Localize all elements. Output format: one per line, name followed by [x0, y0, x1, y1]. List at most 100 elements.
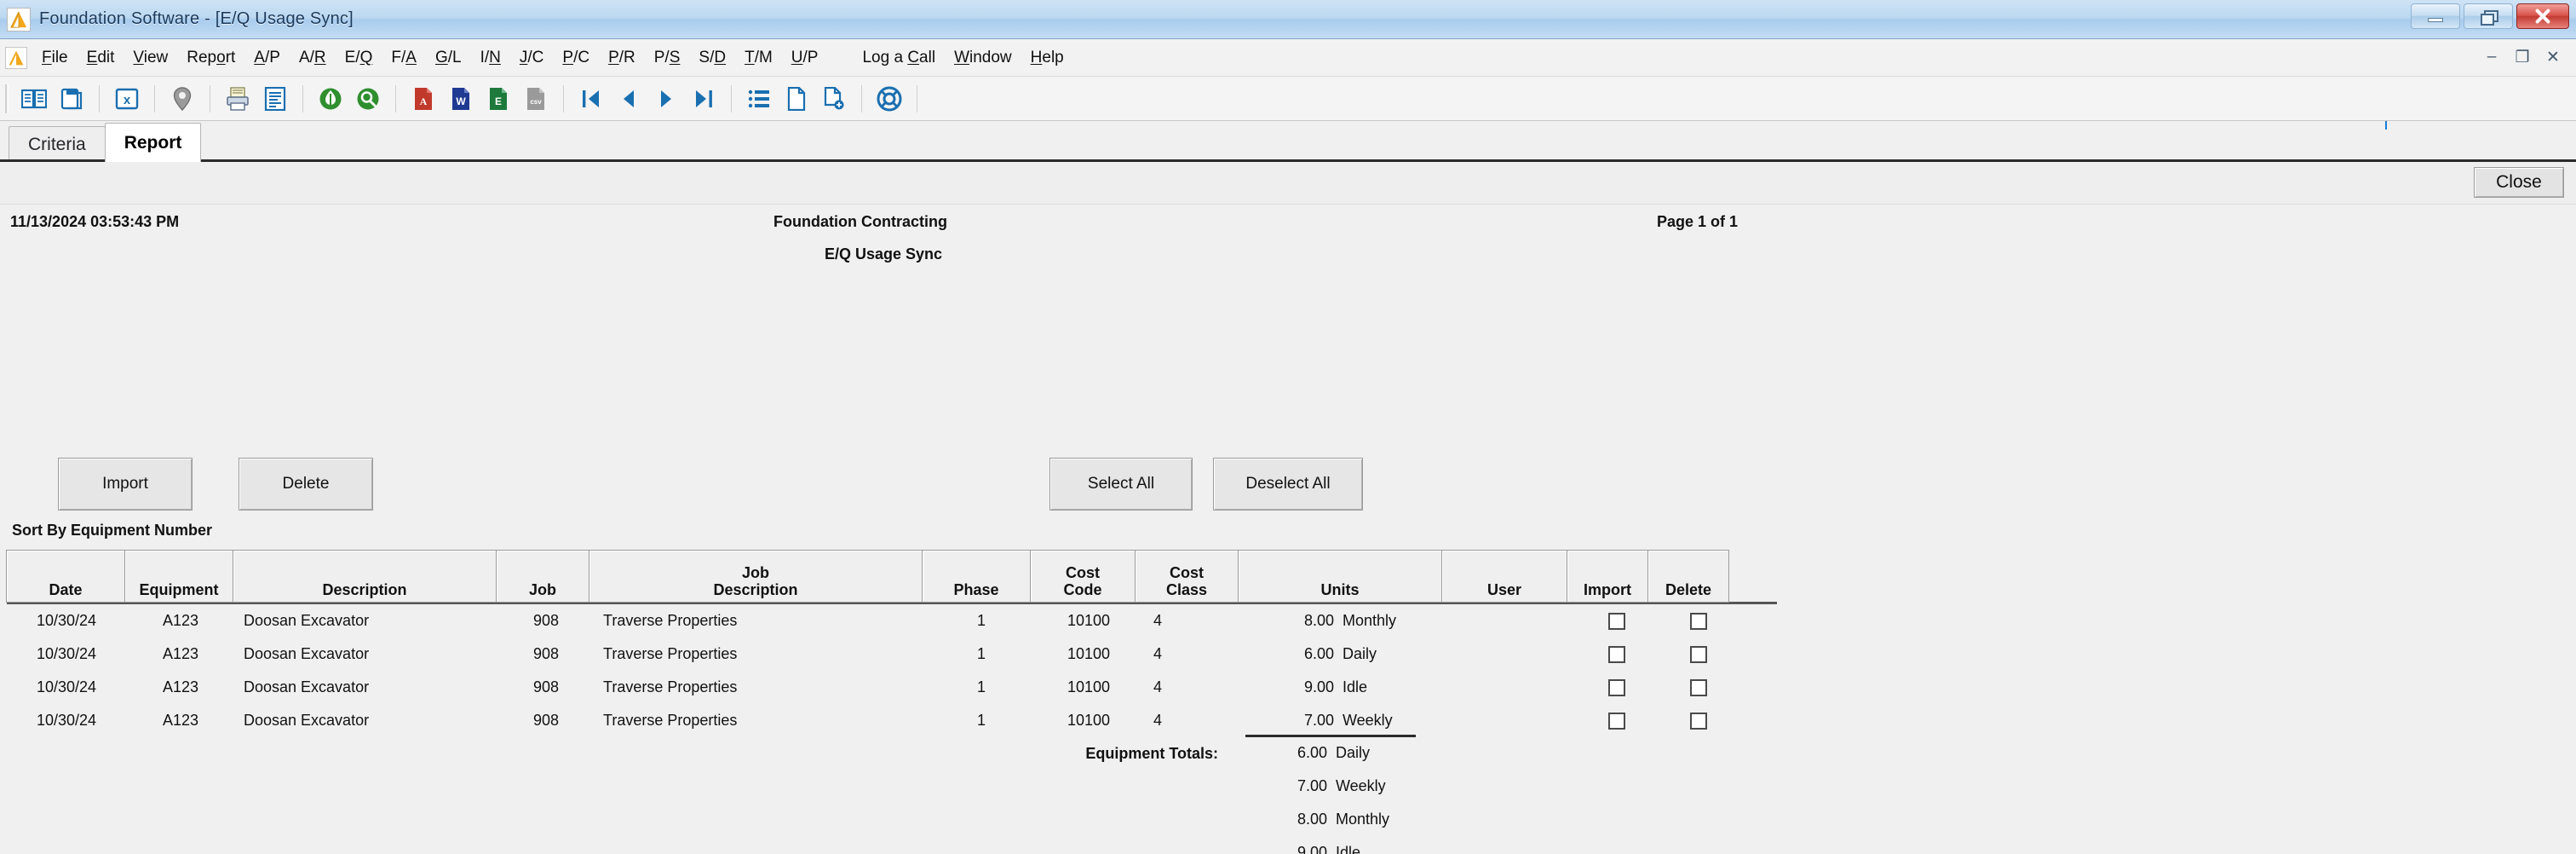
import-button[interactable]: Import — [58, 458, 193, 511]
copy-icon[interactable] — [55, 82, 89, 116]
menu-item-file[interactable]: File — [32, 46, 78, 70]
table-row[interactable]: 10/30/24 A123 Doosan Excavator 908 Traverse … — [7, 604, 1777, 638]
cell-delete-checkbox[interactable] — [1658, 671, 1739, 704]
menu-item-s-d[interactable]: S/D — [689, 46, 735, 70]
table-row[interactable]: 10/30/24 A123 Doosan Excavator 908 Traverse … — [7, 671, 1777, 704]
first-record-icon[interactable] — [574, 82, 608, 116]
table-row[interactable]: 10/30/24 A123 Doosan Excavator 908 Traverse … — [7, 704, 1777, 737]
menu-item-window[interactable]: Window — [945, 46, 1021, 70]
new-document-icon[interactable] — [779, 82, 814, 116]
column-header-delete[interactable]: Delete — [1647, 550, 1729, 603]
cell-phase: 1 — [976, 612, 986, 629]
last-record-icon[interactable] — [687, 82, 721, 116]
column-header-description[interactable]: Description — [233, 550, 497, 603]
toolbar-grip[interactable] — [5, 84, 9, 113]
mdi-app-icon[interactable] — [5, 46, 27, 69]
cell-phase: 1 — [976, 645, 986, 662]
mdi-close-button[interactable]: ✕ — [2539, 44, 2567, 70]
foundation-logo-glyph — [10, 11, 27, 28]
tab-report[interactable]: Report — [104, 123, 202, 162]
column-header-job-desc[interactable]: Job Description — [589, 550, 923, 603]
equipment-totals-extra-row: 8.00 Monthly — [7, 804, 1777, 837]
menu-item-view[interactable]: View — [124, 46, 177, 70]
menu-item-j-c[interactable]: J/C — [510, 46, 554, 70]
close-button[interactable]: Close — [2474, 167, 2564, 198]
deselect-all-button[interactable]: Deselect All — [1213, 458, 1363, 511]
preview-icon[interactable] — [258, 82, 292, 116]
export-pdf-icon[interactable]: A — [406, 82, 440, 116]
cell-units-value: 6.00 — [1303, 645, 1334, 662]
delete-checkbox[interactable] — [1690, 612, 1707, 630]
toolbar-separator — [302, 84, 303, 113]
window-minimize-button[interactable] — [2411, 3, 2460, 29]
menu-item-a-r[interactable]: A/R — [290, 46, 336, 70]
column-header-cost-code[interactable]: Cost Code — [1030, 550, 1136, 603]
delete-button[interactable]: Delete — [239, 458, 373, 511]
menu-item-a-p[interactable]: A/P — [244, 46, 290, 70]
column-header-equipment[interactable]: Equipment — [124, 550, 233, 603]
menu-item-log-a-call[interactable]: Log a Call — [853, 46, 945, 70]
cell-delete-checkbox[interactable] — [1658, 638, 1739, 671]
column-header-phase[interactable]: Phase — [922, 550, 1031, 603]
import-checkbox[interactable] — [1608, 645, 1625, 663]
menu-item-g-l[interactable]: G/L — [426, 46, 471, 70]
menu-item-e-q[interactable]: E/Q — [336, 46, 382, 70]
help-lifering-icon[interactable] — [872, 82, 906, 116]
cell-date: 10/30/24 — [36, 645, 97, 662]
menu-item-u-p[interactable]: U/P — [782, 46, 828, 70]
mdi-restore-button[interactable]: ❐ — [2508, 44, 2537, 70]
menu-item-i-n[interactable]: I/N — [471, 46, 510, 70]
delete-checkbox[interactable] — [1690, 678, 1707, 696]
export-word-icon[interactable]: W — [444, 82, 478, 116]
column-header-date[interactable]: Date — [6, 550, 125, 603]
menu-item-edit[interactable]: Edit — [78, 46, 124, 70]
delete-x-icon[interactable]: x — [110, 82, 144, 116]
menu-item-f-a[interactable]: F/A — [382, 46, 426, 70]
window-restore-button[interactable] — [2464, 3, 2513, 29]
tree-icon[interactable] — [313, 82, 348, 116]
cell-import-checkbox[interactable] — [1576, 638, 1658, 671]
mdi-minimize-button[interactable]: – — [2477, 44, 2506, 70]
cell-equipment: A123 — [162, 645, 199, 662]
tab-criteria[interactable]: Criteria — [9, 126, 106, 162]
cell-job: 908 — [532, 612, 560, 629]
tab-strip: Criteria Report — [0, 121, 2576, 162]
menu-item-report[interactable]: Report — [177, 46, 244, 70]
window-close-button[interactable] — [2516, 3, 2569, 29]
cell-cost-code: 10100 — [1067, 712, 1111, 729]
equipment-totals-units: 8.00 Monthly — [1239, 804, 1443, 837]
previous-record-icon[interactable] — [612, 82, 646, 116]
cell-import-checkbox[interactable] — [1576, 704, 1658, 737]
list-icon[interactable] — [742, 82, 776, 116]
cell-import-checkbox[interactable] — [1576, 671, 1658, 704]
next-record-icon[interactable] — [649, 82, 683, 116]
delete-checkbox[interactable] — [1690, 645, 1707, 663]
location-pin-icon[interactable] — [165, 82, 199, 116]
cell-import-checkbox[interactable] — [1576, 604, 1658, 638]
column-header-user[interactable]: User — [1441, 550, 1567, 603]
select-all-button[interactable]: Select All — [1049, 458, 1193, 511]
export-csv-icon[interactable]: csv — [519, 82, 553, 116]
menu-item-t-m[interactable]: T/M — [735, 46, 782, 70]
add-document-icon[interactable] — [817, 82, 851, 116]
cell-delete-checkbox[interactable] — [1658, 704, 1739, 737]
column-header-job[interactable]: Job — [496, 550, 589, 603]
import-checkbox[interactable] — [1608, 678, 1625, 696]
delete-checkbox[interactable] — [1690, 712, 1707, 730]
cell-delete-checkbox[interactable] — [1658, 604, 1739, 638]
import-checkbox[interactable] — [1608, 712, 1625, 730]
menu-item-p-s[interactable]: P/S — [645, 46, 690, 70]
tree-search-icon[interactable] — [351, 82, 385, 116]
open-book-icon[interactable] — [17, 82, 51, 116]
table-row[interactable]: 10/30/24 A123 Doosan Excavator 908 Traverse … — [7, 638, 1777, 671]
column-header-import[interactable]: Import — [1567, 550, 1648, 603]
import-checkbox[interactable] — [1608, 612, 1625, 630]
menu-item-help[interactable]: Help — [1021, 46, 1073, 70]
menu-item-p-r[interactable]: P/R — [599, 46, 645, 70]
window-controls — [2411, 3, 2569, 29]
column-header-cost-class[interactable]: Cost Class — [1135, 550, 1239, 603]
print-icon[interactable] — [221, 82, 255, 116]
menu-item-p-c[interactable]: P/C — [553, 46, 599, 70]
column-header-units[interactable]: Units — [1238, 550, 1442, 603]
export-excel-icon[interactable]: E — [481, 82, 515, 116]
